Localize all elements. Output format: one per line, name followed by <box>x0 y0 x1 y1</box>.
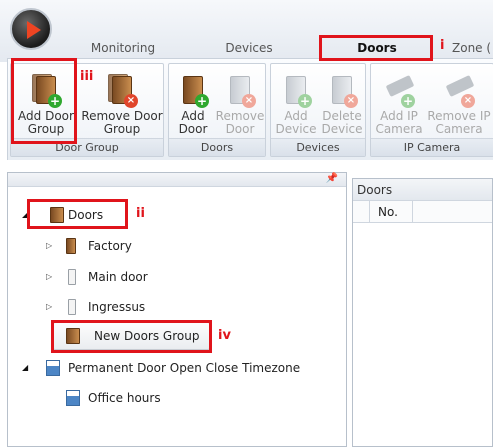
tree-item-label: Factory <box>88 239 132 253</box>
add-ip-camera-icon: + <box>385 74 415 108</box>
door-icon <box>68 299 76 315</box>
remove-door-group-label: Remove Door Group <box>81 109 163 136</box>
annotation-label-iii: iii <box>80 69 94 84</box>
remove-door-label: Remove Door <box>215 109 265 136</box>
play-icon <box>27 21 41 39</box>
add-door-group-button[interactable]: + Add Door Group <box>13 68 79 138</box>
delete-device-label: Delete Device <box>321 109 363 136</box>
add-door-button[interactable]: + Add Door <box>171 68 215 138</box>
tree-item-label: Main door <box>88 270 148 284</box>
tree-item-factory[interactable]: ▷ Factory <box>44 235 164 257</box>
group-label-devices: Devices <box>271 138 365 156</box>
door-group-icon <box>50 207 64 223</box>
column-header-no[interactable]: No. <box>369 201 413 223</box>
remove-door-button[interactable]: × Remove Door <box>215 68 265 138</box>
doors-list-pane: Doors No. <box>352 178 493 447</box>
add-door-group-label: Add Door Group <box>18 109 74 136</box>
tree-item-label: Doors <box>68 208 104 222</box>
tree-item-main-door[interactable]: ▷ Main door <box>44 266 184 288</box>
group-label-ip-camera: IP Camera <box>371 138 493 156</box>
tree-item-ingressus[interactable]: ▷ Ingressus <box>44 296 184 318</box>
remove-ip-camera-label: Remove IP Camera <box>427 109 491 136</box>
ribbon-group-ip-camera: + Add IP Camera × Remove IP Camera IP Ca… <box>370 63 493 157</box>
calendar-icon <box>46 360 60 376</box>
add-door-group-icon: + <box>32 74 62 108</box>
delete-device-button[interactable]: × Delete Device <box>319 68 365 138</box>
remove-door-group-icon: × <box>108 74 138 108</box>
tab-devices[interactable]: Devices <box>212 38 286 58</box>
delete-device-icon: × <box>328 74 358 108</box>
tree-item-doors[interactable]: ◢ Doors <box>20 204 130 226</box>
add-door-label: Add Door <box>178 109 208 136</box>
column-headers: No. <box>353 201 492 223</box>
annotation-label-i: i <box>440 38 445 53</box>
annotation-label-iv: iv <box>218 328 231 343</box>
tree-item-label: New Doors Group <box>94 329 200 343</box>
add-device-button[interactable]: + Add Device <box>273 68 319 138</box>
door-icon <box>66 238 76 254</box>
add-device-label: Add Device <box>275 109 317 136</box>
remove-ip-camera-button[interactable]: × Remove IP Camera <box>425 68 493 138</box>
tree-item-new-doors-group[interactable]: New Doors Group <box>53 322 210 350</box>
tree-item-label: Ingressus <box>88 300 146 314</box>
tab-zone[interactable]: Zone ( <box>452 38 493 58</box>
door-group-icon <box>66 328 80 344</box>
pane-title: Doors <box>353 179 492 201</box>
tree-item-permanent-timezone[interactable]: ◢ Permanent Door Open Close Timezone <box>20 357 330 379</box>
ribbon-group-devices: + Add Device × Delete Device Devices <box>270 63 366 157</box>
tab-doors[interactable]: Doors <box>322 38 432 58</box>
ribbon-group-doors: + Add Door × Remove Door Doors <box>168 63 266 157</box>
group-label-door-group: Door Group <box>11 138 163 156</box>
collapse-arrow-icon[interactable]: ◢ <box>22 357 28 379</box>
tree-item-office-hours[interactable]: Office hours <box>62 387 182 409</box>
pin-icon[interactable]: 📌 <box>326 173 338 184</box>
expand-arrow-icon[interactable]: ▷ <box>46 296 52 318</box>
tree-pane-header: 📌 <box>8 173 346 187</box>
door-icon <box>68 269 76 285</box>
add-door-icon: + <box>179 74 209 108</box>
remove-ip-camera-icon: × <box>445 74 475 108</box>
calendar-icon <box>66 390 80 406</box>
add-ip-camera-button[interactable]: + Add IP Camera <box>373 68 425 138</box>
expand-arrow-icon[interactable]: ▷ <box>46 235 52 257</box>
expand-arrow-icon[interactable]: ▷ <box>46 266 52 288</box>
add-ip-camera-label: Add IP Camera <box>375 109 423 136</box>
annotation-label-ii: ii <box>136 206 145 221</box>
tree-item-label: Permanent Door Open Close Timezone <box>68 361 301 375</box>
remove-door-icon: × <box>226 74 256 108</box>
group-label-doors: Doors <box>169 138 265 156</box>
application-menu-button[interactable] <box>10 8 52 50</box>
collapse-arrow-icon[interactable]: ◢ <box>22 204 28 226</box>
tab-monitoring[interactable]: Monitoring <box>82 38 164 58</box>
add-device-icon: + <box>282 74 312 108</box>
tree-item-label: Office hours <box>88 391 161 405</box>
